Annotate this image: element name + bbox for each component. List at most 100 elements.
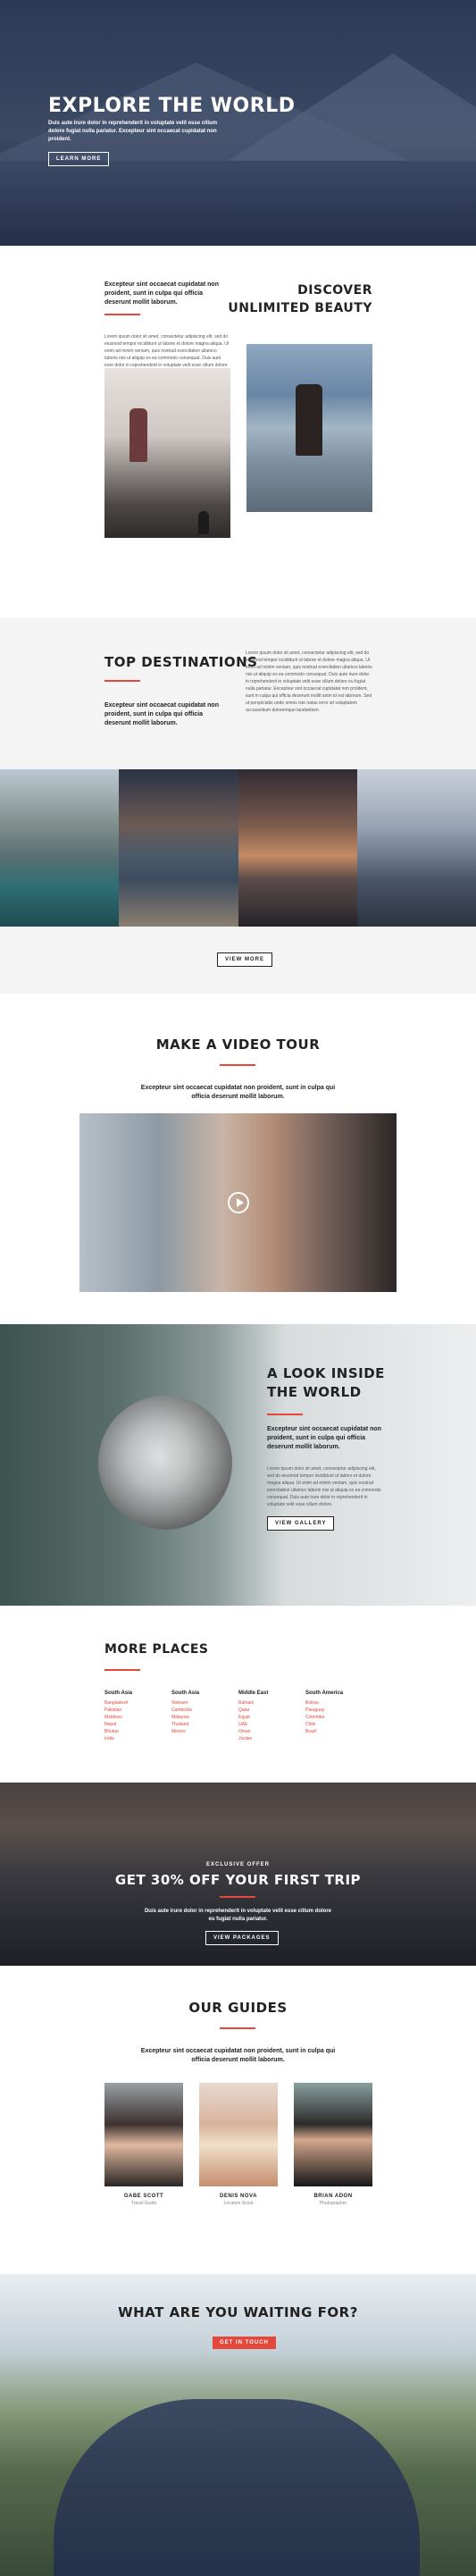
place-link[interactable]: Chile bbox=[305, 1721, 372, 1728]
view-more-band: VIEW MORE bbox=[0, 927, 476, 994]
guide-photo bbox=[294, 2083, 372, 2186]
cta-title: WHAT ARE YOU WAITING FOR? bbox=[118, 2304, 358, 2320]
destinations-divider bbox=[104, 680, 140, 682]
gallery-image-cliffs[interactable] bbox=[356, 769, 476, 927]
guides-lead: Excepteur sint occaecat cupidatat non pr… bbox=[140, 2048, 336, 2063]
gallery-image-sunset[interactable] bbox=[238, 769, 357, 927]
hero-title: EXPLORE THE WORLD bbox=[48, 95, 296, 117]
offer-title: GET 30% OFF YOUR FIRST TRIP bbox=[114, 1872, 362, 1888]
place-link[interactable]: Bolivia bbox=[305, 1699, 372, 1707]
look-divider bbox=[267, 1414, 303, 1415]
place-link[interactable]: Vietnam bbox=[171, 1699, 238, 1707]
video-player[interactable] bbox=[79, 1113, 397, 1292]
place-link[interactable]: UAE bbox=[238, 1721, 305, 1728]
more-places-section: MORE PLACES South Asia Bangladesh Pakist… bbox=[0, 1606, 476, 1783]
place-link[interactable]: Brazil bbox=[305, 1728, 372, 1735]
place-link[interactable]: Bhutan bbox=[104, 1728, 171, 1735]
destinations-lead: Excepteur sint occaecat cupidatat non pr… bbox=[104, 702, 219, 726]
video-lead: Excepteur sint occaecat cupidatat non pr… bbox=[140, 1085, 336, 1100]
discover-title-line1: DISCOVER bbox=[297, 283, 372, 298]
photo-person bbox=[296, 384, 322, 456]
place-link[interactable]: Bahrain bbox=[238, 1699, 305, 1707]
guide-role: Photographer bbox=[319, 2201, 347, 2206]
gallery-image-pier[interactable] bbox=[119, 769, 238, 927]
place-link[interactable]: Colombia bbox=[305, 1714, 372, 1721]
discover-title-line2: UNLIMITED BEAUTY bbox=[228, 301, 372, 315]
look-title-line2: THE WORLD bbox=[267, 1384, 362, 1400]
place-link[interactable]: Nepal bbox=[104, 1721, 171, 1728]
view-more-button[interactable]: VIEW MORE bbox=[217, 952, 273, 967]
video-divider bbox=[220, 1064, 255, 1066]
photo-bottle bbox=[198, 511, 209, 534]
place-link[interactable]: Maldives bbox=[104, 1714, 171, 1721]
look-title-line1: A LOOK INSIDE bbox=[267, 1365, 385, 1381]
destinations-title: TOP DESTINATIONS bbox=[104, 654, 258, 670]
guide-name: BRIAN ADON bbox=[313, 2194, 353, 2199]
places-column: South Asia Bangladesh Pakistan Maldives … bbox=[104, 1691, 171, 1742]
learn-more-button[interactable]: LEARN MORE bbox=[48, 152, 110, 166]
offer-subtitle: Duis aute irure dolor in reprehenderit i… bbox=[144, 1909, 332, 1922]
places-column-heading: South America bbox=[305, 1691, 344, 1696]
play-icon[interactable] bbox=[228, 1192, 249, 1213]
places-title: MORE PLACES bbox=[104, 1642, 209, 1657]
hero-subtitle: Duis aute irure dolor in reprehenderit i… bbox=[48, 121, 218, 142]
offer-divider bbox=[220, 1896, 255, 1898]
traveler-lake-photo bbox=[246, 344, 372, 512]
place-link[interactable]: Pakistan bbox=[104, 1707, 171, 1714]
cta-section: WHAT ARE YOU WAITING FOR? GET IN TOUCH bbox=[0, 2274, 476, 2576]
couple-image bbox=[54, 2399, 420, 2576]
page: EXPLORE THE WORLD Duis aute irure dolor … bbox=[0, 0, 476, 2576]
look-title: A LOOK INSIDE THE WORLD bbox=[267, 1364, 385, 1402]
guide-photo bbox=[104, 2083, 183, 2186]
discover-title: DISCOVER UNLIMITED BEAUTY bbox=[212, 281, 372, 317]
view-gallery-button[interactable]: VIEW GALLERY bbox=[267, 1516, 335, 1531]
place-link[interactable]: Paraguay bbox=[305, 1707, 372, 1714]
guide-photo bbox=[199, 2083, 278, 2186]
guide-card[interactable]: BRIAN ADON Photographer bbox=[294, 2083, 372, 2206]
place-link[interactable]: India bbox=[104, 1735, 171, 1742]
guide-name: DENIS NOVA bbox=[220, 2194, 257, 2199]
look-inside-section: A LOOK INSIDE THE WORLD Excepteur sint o… bbox=[0, 1324, 476, 1606]
places-columns: South Asia Bangladesh Pakistan Maldives … bbox=[104, 1691, 372, 1742]
guide-name: GABE SCOTT bbox=[123, 2194, 164, 2199]
discover-section: Excepteur sint occaecat cupidatat non pr… bbox=[0, 246, 476, 617]
places-column-heading: Middle East bbox=[238, 1691, 269, 1696]
place-link[interactable]: Cambodia bbox=[171, 1707, 238, 1714]
destinations-section: TOP DESTINATIONS Excepteur sint occaecat… bbox=[0, 617, 476, 927]
guides-title: OUR GUIDES bbox=[188, 2000, 288, 2016]
binocular-viewer-image bbox=[98, 1396, 232, 1530]
discover-divider bbox=[104, 314, 140, 315]
guide-card[interactable]: GABE SCOTT Travel Guide bbox=[104, 2083, 183, 2206]
offer-section: EXCLUSIVE OFFER GET 30% OFF YOUR FIRST T… bbox=[0, 1783, 476, 1966]
guides-divider bbox=[220, 2027, 255, 2029]
view-packages-button[interactable]: VIEW PACKAGES bbox=[205, 1931, 279, 1945]
place-link[interactable]: Jordan bbox=[238, 1735, 305, 1742]
hero-water bbox=[0, 161, 476, 246]
place-link[interactable]: Qatar bbox=[238, 1707, 305, 1714]
guides-cards: GABE SCOTT Travel Guide DENIS NOVA Locat… bbox=[104, 2083, 372, 2206]
places-column: Middle East Bahrain Qatar Egypt UAE Oman… bbox=[238, 1691, 305, 1742]
place-link[interactable]: Malaysia bbox=[171, 1714, 238, 1721]
get-in-touch-button[interactable]: GET IN TOUCH bbox=[213, 2337, 276, 2349]
look-body: Lorem ipsum dolor sit amet, consectetur … bbox=[267, 1466, 381, 1507]
places-column: South Asia Vietnam Cambodia Malaysia Tha… bbox=[171, 1691, 238, 1742]
guide-card[interactable]: DENIS NOVA Location Scout bbox=[199, 2083, 278, 2206]
guide-role: Travel Guide bbox=[130, 2201, 157, 2206]
look-lead: Excepteur sint occaecat cupidatat non pr… bbox=[267, 1426, 381, 1450]
places-column-heading: South Asia bbox=[104, 1691, 133, 1696]
place-link[interactable]: Egypt bbox=[238, 1714, 305, 1721]
gallery-image-lake[interactable] bbox=[0, 769, 120, 927]
offer-eyebrow: EXCLUSIVE OFFER bbox=[205, 1862, 270, 1867]
hero-section: EXPLORE THE WORLD Duis aute irure dolor … bbox=[0, 0, 476, 246]
place-link[interactable]: Oman bbox=[238, 1728, 305, 1735]
photo-person bbox=[129, 408, 147, 462]
discover-lead: Excepteur sint occaecat cupidatat non pr… bbox=[104, 281, 219, 306]
places-column-heading: South Asia bbox=[171, 1691, 200, 1696]
destinations-gallery bbox=[0, 769, 476, 927]
place-link[interactable]: Mexico bbox=[171, 1728, 238, 1735]
place-link[interactable]: Bangladesh bbox=[104, 1699, 171, 1707]
guide-role: Location Scout bbox=[223, 2201, 254, 2206]
destinations-body: Lorem ipsum dolor sit amet, consectetur … bbox=[246, 650, 372, 713]
place-link[interactable]: Thailand bbox=[171, 1721, 238, 1728]
guides-section: OUR GUIDES Excepteur sint occaecat cupid… bbox=[0, 1966, 476, 2274]
